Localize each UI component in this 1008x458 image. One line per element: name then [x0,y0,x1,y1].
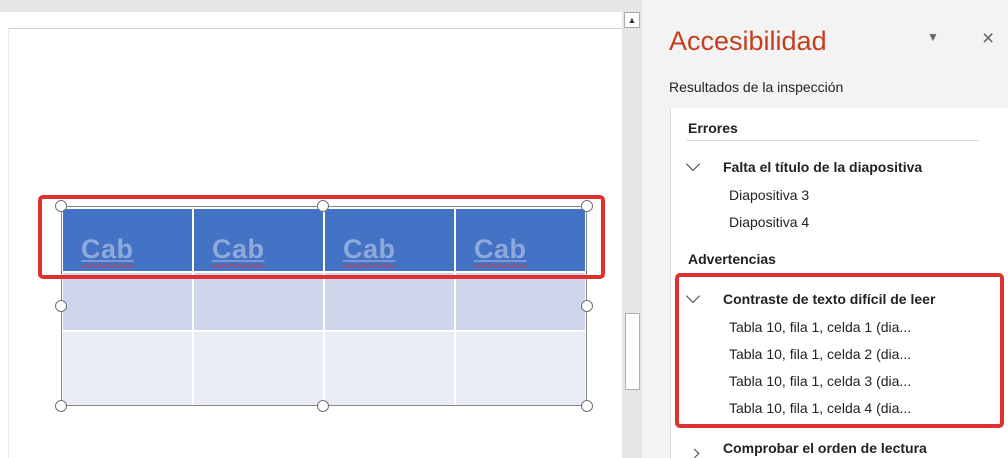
table-cell[interactable] [61,330,194,408]
table-header-cell[interactable]: Cab [61,207,194,273]
scroll-thumb[interactable] [625,313,640,390]
error-group-title[interactable]: Falta el título de la diapositiva [723,159,922,175]
pane-options-dropdown-icon[interactable]: ▼ [927,30,939,44]
resize-handle-top-right[interactable] [581,200,593,212]
resize-handle-right[interactable] [581,300,593,312]
table-cell[interactable] [323,330,456,408]
slide-canvas[interactable]: Cab Cab Cab Cab [0,0,622,458]
list-item[interactable]: Diapositiva 4 [729,214,809,230]
resize-handle-left[interactable] [55,300,67,312]
table-cell[interactable] [454,271,587,332]
pane-title: Accesibilidad [669,26,827,56]
resize-handle-top-left[interactable] [55,200,67,212]
table-header-cell[interactable]: Cab [454,207,587,273]
table-cell[interactable] [192,330,325,408]
ruler-strip [0,0,622,12]
resize-handle-bottom-right[interactable] [581,400,593,412]
table-cell[interactable] [192,271,325,332]
list-item[interactable]: Tabla 10, fila 1, celda 1 (dia... [729,319,911,335]
table-cell[interactable] [454,330,587,408]
pane-close-icon[interactable]: × [982,28,994,49]
warning-group-title[interactable]: Comprobar el orden de lectura [723,440,927,456]
warnings-heading: Advertencias [688,251,776,267]
table-header-cell[interactable]: Cab [192,207,325,273]
warning-group-title[interactable]: Contraste de texto difícil de leer [723,291,935,307]
slide-top-edge [8,28,622,29]
table-row[interactable] [61,330,587,408]
inspection-results-list[interactable]: Errores Falta el título de la diapositiv… [670,108,1008,458]
list-item[interactable]: Tabla 10, fila 1, celda 3 (dia... [729,373,911,389]
list-item[interactable]: Tabla 10, fila 1, celda 4 (dia... [729,400,911,416]
resize-handle-bottom[interactable] [317,400,329,412]
list-item[interactable]: Diapositiva 3 [729,187,809,203]
scroll-up-button[interactable]: ▲ [624,12,640,28]
resize-handle-bottom-left[interactable] [55,400,67,412]
chevron-right-icon[interactable] [689,448,700,458]
list-item[interactable]: Tabla 10, fila 1, celda 2 (dia... [729,346,911,362]
chevron-down-icon[interactable] [685,156,701,172]
table-header-cell[interactable]: Cab [323,207,456,273]
table-header-row[interactable]: Cab Cab Cab Cab [61,207,587,273]
errors-divider [686,140,979,141]
slide-left-edge [8,28,9,458]
table-row[interactable] [61,271,587,332]
inspection-results-label: Resultados de la inspección [669,79,844,95]
slide-table[interactable]: Cab Cab Cab Cab [61,207,587,408]
table-cell[interactable] [323,271,456,332]
chevron-down-icon[interactable] [685,288,701,304]
errors-heading: Errores [688,120,738,136]
resize-handle-top[interactable] [317,200,329,212]
table-cell[interactable] [61,271,194,332]
